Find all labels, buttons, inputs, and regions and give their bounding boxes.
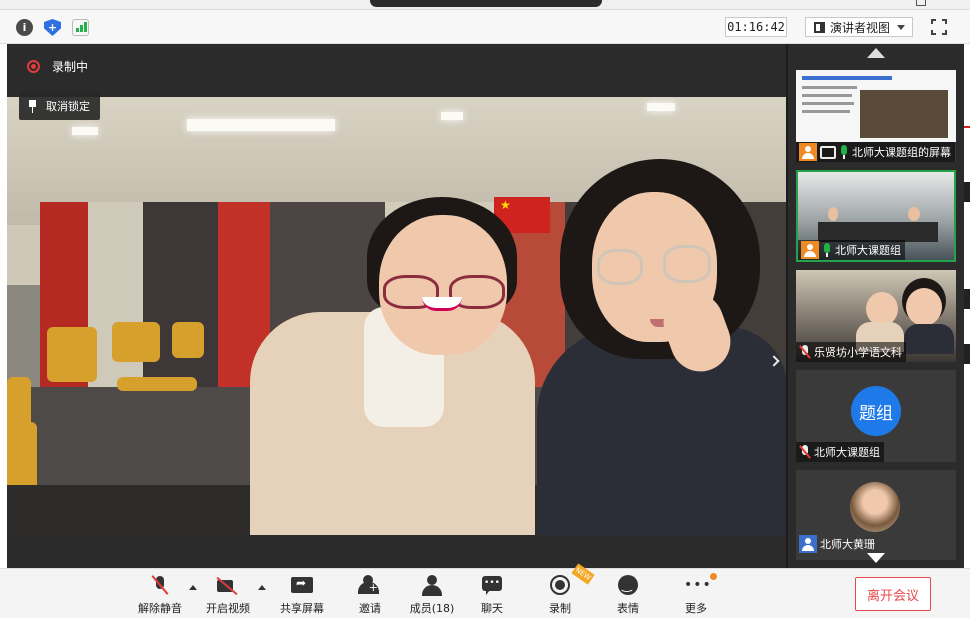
participant-name: 乐贤坊小学语文科 (814, 346, 902, 359)
participant-name: 北师大课题组的屏幕 (852, 146, 951, 159)
reactions-button[interactable]: 表情 (615, 575, 641, 618)
participant-label-bar: 北师大课题组 (798, 240, 905, 260)
participant-label-bar: 乐贤坊小学语文科 (796, 342, 906, 362)
participant-label-bar: 北师大课题组 (796, 442, 884, 462)
chair (117, 377, 197, 391)
unpin-button[interactable]: 取消锁定 (19, 92, 100, 120)
participant-label-bar: 北师大课题组的屏幕 (796, 142, 955, 162)
chair (47, 327, 97, 382)
more-label: 更多 (685, 602, 707, 615)
meeting-window: i + 01:16:42 演讲者视图 录制中 取消锁定 ★ 北师大课题组的屏幕 … (0, 0, 970, 618)
chat-label: 聊天 (481, 602, 503, 615)
share-screen-icon (290, 575, 314, 597)
ceiling-light (187, 119, 335, 131)
ceiling-light (647, 103, 675, 111)
minimize-icon[interactable] (916, 0, 926, 6)
start-video-label: 开启视频 (206, 602, 250, 615)
reactions-label: 表情 (617, 602, 639, 615)
person-right-glasses (597, 249, 643, 285)
share-screen-button[interactable]: 共享屏幕 (279, 575, 325, 618)
participant-gallery: 北师大课题组的屏幕 北师大课题组 乐贤坊小学语文科 题组 北师大课题组 北师大黄… (786, 44, 964, 568)
scroll-down-icon[interactable] (867, 553, 885, 563)
more-dots-icon (684, 575, 708, 597)
camera-off-icon (216, 575, 240, 597)
more-button[interactable]: 更多 (683, 575, 709, 618)
chevron-down-icon (897, 24, 905, 30)
chair (172, 322, 204, 358)
unpin-label: 取消锁定 (46, 100, 90, 113)
microphone-muted-icon (148, 575, 172, 597)
participant-tile[interactable]: 北师大黄珊 (796, 470, 956, 560)
participant-avatar-icon (799, 535, 817, 553)
recording-dot-icon (27, 60, 40, 73)
network-signal-icon[interactable] (72, 19, 89, 36)
members-label: 成员(18) (409, 602, 455, 615)
chair (112, 322, 160, 362)
participant-label-bar: 北师大黄珊 (796, 534, 879, 554)
mic-muted-icon (799, 445, 811, 459)
ceiling-light (441, 112, 463, 120)
chat-bubble-icon (480, 575, 504, 597)
mic-muted-icon (799, 345, 811, 359)
security-shield-icon[interactable]: + (44, 19, 61, 36)
record-icon (548, 575, 572, 597)
participant-avatar-icon (799, 143, 817, 161)
participant-tile[interactable]: 乐贤坊小学语文科 (796, 270, 956, 362)
members-icon (420, 575, 444, 597)
scroll-up-icon[interactable] (867, 48, 885, 58)
record-label: 录制 (549, 602, 571, 615)
participant-name: 北师大黄珊 (820, 538, 875, 551)
add-person-icon (358, 575, 382, 597)
meeting-timer: 01:16:42 (725, 17, 787, 37)
screen-share-icon (820, 145, 836, 159)
unmute-button[interactable]: 解除静音 (137, 575, 183, 618)
mic-on-icon (822, 243, 832, 257)
recording-indicator: 录制中 (27, 58, 88, 75)
meeting-info-bar: i + 01:16:42 演讲者视图 (0, 10, 970, 44)
background-document-edge (964, 44, 970, 568)
share-screen-label: 共享屏幕 (280, 602, 324, 615)
main-video-area: 录制中 取消锁定 (7, 44, 786, 568)
ceiling-light (72, 127, 98, 135)
mic-on-icon (839, 145, 849, 159)
pin-icon (28, 99, 37, 113)
smiley-icon (616, 575, 640, 597)
participant-avatar: 题组 (851, 386, 901, 436)
participant-tile[interactable]: 题组 北师大课题组 (796, 370, 956, 462)
notification-dot (710, 573, 717, 580)
view-mode-dropdown[interactable]: 演讲者视图 (805, 17, 913, 37)
top-notification-pill (370, 0, 602, 7)
view-mode-label: 演讲者视图 (830, 20, 891, 35)
invite-label: 邀请 (359, 602, 381, 615)
participant-tile[interactable]: 北师大课题组 (796, 170, 956, 262)
leave-meeting-button[interactable]: 离开会议 (855, 577, 931, 611)
meeting-toolbar: 解除静音 开启视频 共享屏幕 邀请 成员(18) 聊天 录制 NEW (0, 563, 970, 618)
audio-options-caret-icon[interactable] (189, 585, 197, 590)
meeting-info-icon[interactable]: i (16, 19, 33, 36)
video-options-caret-icon[interactable] (258, 585, 266, 590)
shared-screen-thumbnail (796, 70, 956, 142)
unmute-label: 解除静音 (138, 602, 182, 615)
members-button[interactable]: 成员(18) (410, 575, 454, 618)
window-top-strip (0, 0, 970, 10)
participant-photo-avatar (850, 482, 900, 532)
speaker-view-icon (814, 21, 825, 33)
fullscreen-icon[interactable] (931, 19, 947, 35)
speaker-video (7, 97, 786, 535)
invite-button[interactable]: 邀请 (357, 575, 383, 618)
participant-tile[interactable]: 北师大课题组的屏幕 (796, 70, 956, 162)
participant-name: 北师大课题组 (835, 244, 901, 257)
record-button[interactable]: 录制 (547, 575, 573, 618)
start-video-button[interactable]: 开启视频 (205, 575, 251, 618)
participant-avatar-icon (801, 241, 819, 259)
participant-name: 北师大课题组 (814, 446, 880, 459)
chat-button[interactable]: 聊天 (479, 575, 505, 618)
recording-label: 录制中 (52, 60, 89, 74)
person-right-glasses (663, 245, 711, 283)
